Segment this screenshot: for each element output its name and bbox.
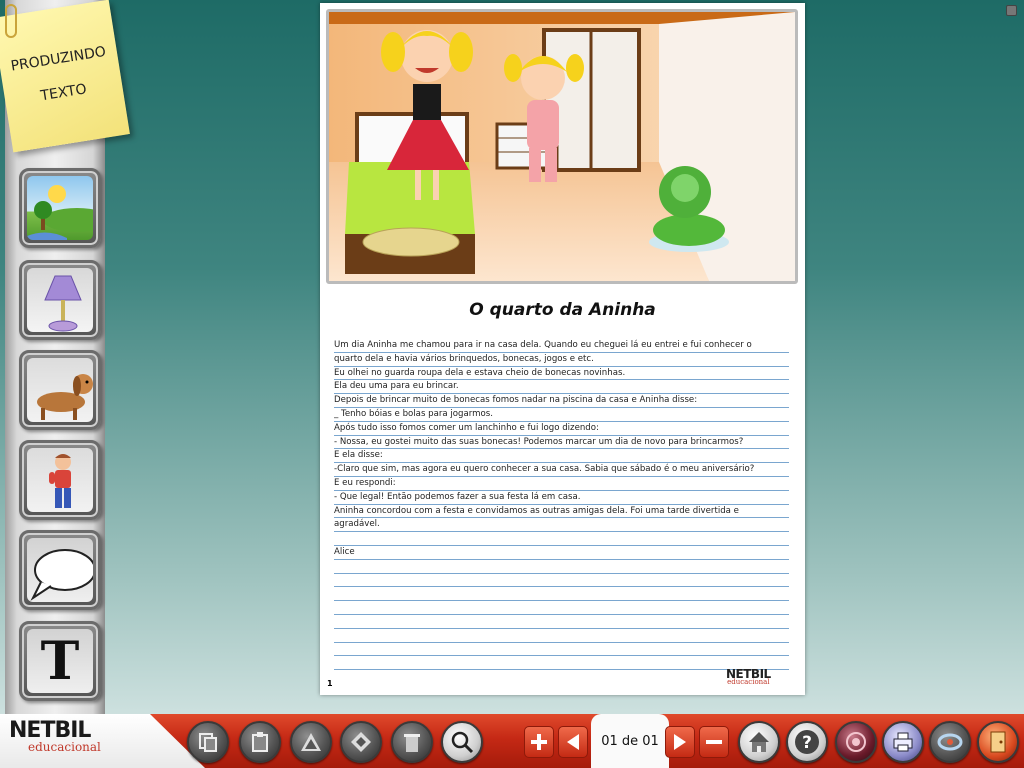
page-number: 1 [327, 679, 333, 688]
home-button[interactable] [738, 721, 780, 763]
text-icon: T [27, 629, 93, 693]
text-tool[interactable]: T [19, 621, 101, 701]
save-button[interactable] [929, 721, 971, 763]
text-line[interactable] [334, 656, 789, 671]
bring-front-button[interactable] [290, 721, 332, 763]
paste-icon [252, 732, 268, 752]
bring-front-icon [301, 733, 321, 751]
objects-tool[interactable] [19, 260, 101, 340]
speech-balloon-icon [27, 538, 93, 602]
text-line[interactable]: - Nossa, eu gostei muito das suas boneca… [334, 436, 789, 450]
add-page-icon [531, 734, 547, 750]
text-line[interactable] [334, 574, 789, 588]
text-tool-glyph: T [40, 630, 80, 692]
text-line[interactable]: Aninha concordou com a festa e convidamo… [334, 505, 789, 519]
exit-icon [990, 731, 1006, 753]
print-icon [893, 732, 913, 752]
send-back-button[interactable] [340, 721, 382, 763]
send-back-icon [351, 732, 371, 752]
text-line[interactable] [334, 532, 789, 546]
save-icon [937, 733, 963, 751]
paperclip-icon [5, 4, 17, 38]
zoom-icon [451, 731, 474, 754]
zoom-button[interactable] [441, 721, 483, 763]
next-page-button[interactable] [665, 726, 695, 758]
text-line[interactable] [334, 560, 789, 574]
prev-page-icon [567, 734, 579, 750]
brand-logo: NETBIL educacional [0, 714, 205, 768]
text-line[interactable]: agradável. [334, 518, 789, 533]
bedroom-scene [329, 12, 795, 281]
story-text-lines[interactable]: Um dia Aninha me chamou para ir na casa … [334, 339, 789, 671]
story-illustration[interactable] [326, 9, 798, 284]
add-page-button[interactable] [524, 726, 554, 758]
text-line[interactable] [334, 615, 789, 629]
text-line[interactable]: _ Tenho bóias e bolas para jogarmos. [334, 408, 789, 422]
animals-tool[interactable] [19, 350, 101, 430]
text-line[interactable] [334, 587, 789, 602]
document-page: O quarto da Aninha Um dia Aninha me cham… [320, 3, 805, 695]
audio-button[interactable] [835, 721, 877, 763]
page-logo-sub: educacional [727, 678, 770, 686]
story-title[interactable]: O quarto da Aninha [320, 300, 805, 320]
lamp-icon [27, 268, 93, 332]
text-line[interactable]: Depois de brincar muito de bonecas fomos… [334, 394, 789, 408]
text-line[interactable]: Um dia Aninha me chamou para ir na casa … [334, 339, 789, 353]
remove-page-button[interactable] [699, 726, 729, 758]
page-counter: 01 de 01 [591, 714, 669, 768]
text-line[interactable] [334, 629, 789, 643]
remove-page-icon [706, 740, 722, 744]
copy-button[interactable] [187, 721, 229, 763]
speech-balloon-tool[interactable] [19, 530, 101, 610]
svg-text:?: ? [802, 733, 812, 753]
next-page-icon [674, 734, 686, 750]
exit-button[interactable] [977, 721, 1019, 763]
help-button[interactable]: ? [786, 721, 828, 763]
brand-logo-sub: educacional [28, 740, 101, 754]
text-line[interactable]: Ela deu uma para eu brincar. [334, 380, 789, 395]
text-line[interactable]: -Claro que sim, mas agora eu quero conhe… [334, 463, 789, 477]
text-line[interactable]: Eu olhei no guarda roupa dela e estava c… [334, 367, 789, 381]
text-line[interactable]: quarto dela e havia vários brinquedos, b… [334, 353, 789, 367]
home-icon [749, 732, 769, 752]
boy-icon [27, 448, 93, 512]
landscape-tool[interactable] [19, 168, 101, 248]
copy-icon [199, 733, 217, 752]
dog-icon [27, 358, 93, 422]
trash-icon [404, 734, 420, 752]
print-button[interactable] [882, 721, 924, 763]
text-line[interactable] [334, 643, 789, 657]
text-line[interactable]: Após tudo isso fomos comer um lanchinho … [334, 422, 789, 436]
bottom-toolbar: NETBIL educacional 01 de 01 ? [0, 714, 1024, 768]
text-line[interactable] [334, 601, 789, 615]
window-control-button[interactable] [1006, 5, 1017, 16]
trash-button[interactable] [391, 721, 433, 763]
text-line[interactable]: - Que legal! Então podemos fazer a sua f… [334, 491, 789, 505]
audio-icon [846, 732, 866, 752]
page-logo: NETBIL educacional [726, 667, 771, 686]
note-line-2: TEXTO [39, 81, 88, 105]
text-line[interactable]: Alice [334, 546, 789, 560]
prev-page-button[interactable] [558, 726, 588, 758]
paste-button[interactable] [239, 721, 281, 763]
help-icon: ? [795, 730, 819, 754]
sticky-note: PRODUZINDO TEXTO [0, 0, 130, 153]
text-line[interactable]: E ela disse: [334, 449, 789, 464]
text-line[interactable]: E eu respondi: [334, 477, 789, 491]
characters-tool[interactable] [19, 440, 101, 520]
landscape-icon [27, 176, 93, 240]
